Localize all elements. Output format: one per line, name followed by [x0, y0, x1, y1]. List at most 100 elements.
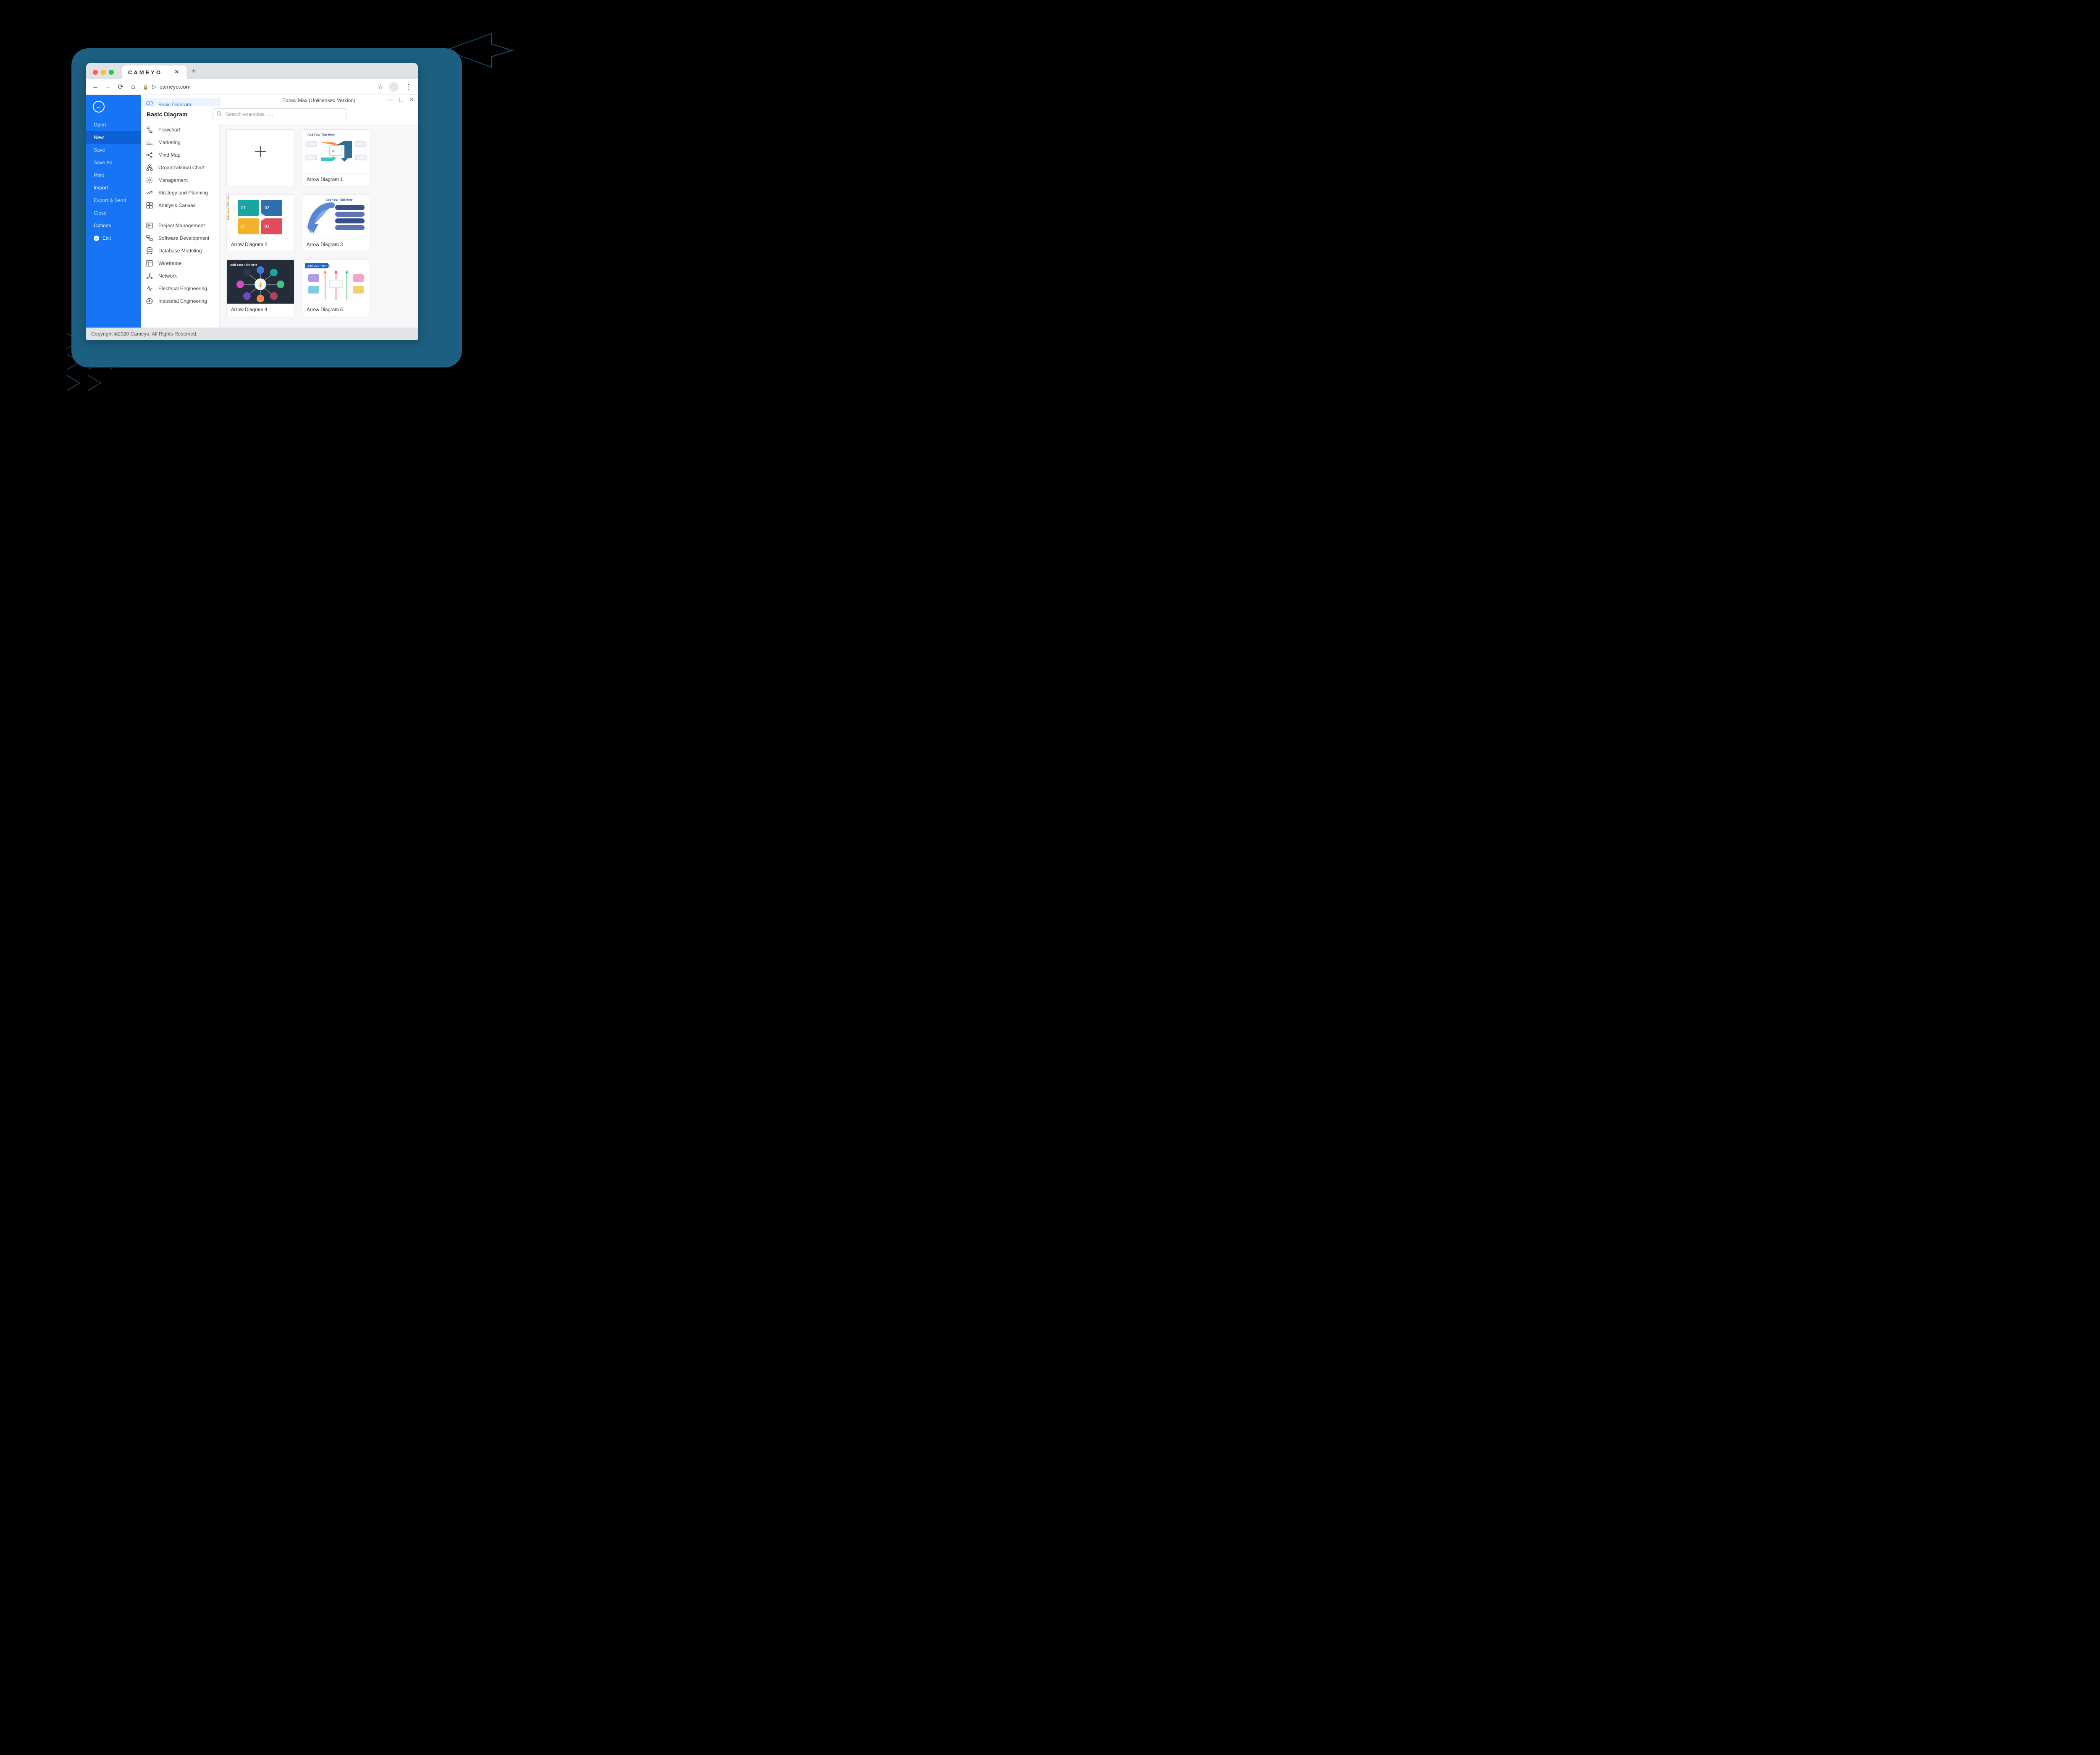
search-icon: [216, 111, 222, 118]
sidebar-item-options[interactable]: Options: [86, 219, 141, 232]
category-flowchart[interactable]: Flowchart: [141, 123, 219, 136]
template-thumb: Add Your Title Here 💡: [227, 260, 294, 304]
address-bar[interactable]: 🔒 ▷ cameyo.com: [142, 84, 372, 90]
svg-text:Add Your Title Here: Add Your Title Here: [227, 195, 230, 220]
sidebar-item-import[interactable]: Import: [86, 181, 141, 194]
svg-text:💡: 💡: [258, 282, 263, 287]
category-software-development[interactable]: Software Development: [141, 232, 219, 244]
footer-bar: Copyright ©2020 Cameyo. All Rights Reser…: [86, 328, 418, 340]
category-database-modeling[interactable]: Database Modeling: [141, 244, 219, 257]
app-maximize-icon[interactable]: ▢: [399, 97, 404, 102]
category-network[interactable]: Network: [141, 270, 219, 282]
main-panel: Edraw Max (Unlicensed Version) — ▢ ✕ Bas…: [220, 95, 418, 328]
category-column[interactable]: Basic DiagramBusinessFlowchartMarketingM…: [141, 95, 220, 328]
template-arrow-diagram-1[interactable]: Add Your Title Here ✉ Arrow Diagram 1: [302, 129, 370, 186]
svg-text:02: 02: [265, 206, 270, 210]
template-arrow-diagram-5[interactable]: Add Your Title Here Arrow Diagram 5: [302, 260, 370, 316]
template-caption: Arrow Diagram 4: [227, 304, 294, 316]
category-project-management[interactable]: Project Management: [141, 219, 219, 232]
category-management[interactable]: Management: [141, 174, 219, 186]
flow-icon: [146, 126, 153, 134]
url-text: cameyo.com: [160, 84, 191, 90]
url-play-prefix: ▷: [152, 84, 156, 90]
browser-tab-label: CAMEYO: [128, 69, 162, 76]
maximize-window-icon[interactable]: [109, 70, 114, 75]
template-thumb: Add Your Title Here: [302, 195, 370, 239]
file-menu-sidebar: ← OpenNewSaveSave AsPrintImportExport & …: [86, 95, 141, 328]
back-circle-button[interactable]: ←: [93, 101, 105, 113]
template-arrow-diagram-4[interactable]: Add Your Title Here 💡 Arrow Diagram 4: [226, 260, 294, 316]
template-caption: Arrow Diagram 1: [302, 173, 370, 186]
browser-window: CAMEYO × + ← → ⟳ ⌂ 🔒 ▷ cameyo.com ☆ ⋮ ← …: [86, 63, 418, 340]
browser-toolbar: ← → ⟳ ⌂ 🔒 ▷ cameyo.com ☆ ⋮: [86, 79, 418, 95]
template-thumb: Add Your Title Here ✉: [302, 130, 370, 173]
sidebar-item-close[interactable]: Close: [86, 207, 141, 219]
sidebar-exit-label: Exit: [102, 235, 111, 241]
sidebar-item-print[interactable]: Print: [86, 169, 141, 181]
template-thumb: Add Your Title Here 01 02 04 03: [227, 195, 294, 239]
sidebar-item-save[interactable]: Save: [86, 144, 141, 156]
gantt-icon: [146, 222, 153, 229]
category-marketing[interactable]: Marketing: [141, 136, 219, 149]
category-analysis-canvas[interactable]: Analysis Canvas: [141, 199, 219, 212]
page-heading: Basic Diagram: [147, 111, 187, 118]
template-thumb: [227, 130, 294, 173]
exit-icon: –: [94, 236, 99, 241]
app-titlebar: Edraw Max (Unlicensed Version) — ▢ ✕: [220, 95, 418, 106]
db-icon: [146, 247, 153, 254]
app-minimize-icon[interactable]: —: [388, 97, 393, 102]
template-arrow-diagram-3[interactable]: Add Your Title Here Arrow Diagram 3: [302, 194, 370, 251]
category-separator: [141, 212, 219, 219]
nav-home-icon[interactable]: ⌂: [130, 83, 136, 91]
browser-menu-icon[interactable]: ⋮: [404, 83, 412, 91]
app-close-icon[interactable]: ✕: [410, 97, 414, 102]
profile-avatar[interactable]: [389, 82, 399, 92]
nav-reload-icon[interactable]: ⟳: [117, 83, 124, 91]
template-caption: Arrow Diagram 2: [227, 239, 294, 251]
new-tab-button[interactable]: +: [186, 67, 201, 79]
svg-text:Add Your Title Here: Add Your Title Here: [307, 134, 335, 136]
svg-text:Add Your Title Here: Add Your Title Here: [307, 265, 333, 268]
barchart-icon: [146, 139, 153, 146]
svg-text:03: 03: [265, 224, 270, 229]
mindmap-icon: [146, 151, 153, 159]
category-mind-map[interactable]: Mind Map: [141, 149, 219, 161]
uml-icon: [146, 234, 153, 242]
close-window-icon[interactable]: [93, 70, 98, 75]
sidebar-item-new[interactable]: New: [86, 131, 141, 144]
bookmark-star-icon[interactable]: ☆: [378, 83, 383, 91]
org-icon: [146, 164, 153, 171]
template-arrow-diagram-2[interactable]: Add Your Title Here 01 02 04 03 Arrow Di…: [226, 194, 294, 251]
sidebar-item-save-as[interactable]: Save As: [86, 156, 141, 169]
svg-text:Add Your Title Here: Add Your Title Here: [230, 264, 257, 267]
template-grid-scroll[interactable]: Add Your Title Here ✉ Arrow Diagram 1 Ad…: [220, 124, 418, 328]
search-placeholder: Search examples . . .: [226, 111, 273, 117]
nav-forward-icon[interactable]: →: [105, 83, 111, 91]
svg-text:✉: ✉: [332, 149, 335, 153]
browser-tab-active[interactable]: CAMEYO ×: [122, 66, 186, 79]
tab-close-icon[interactable]: ×: [175, 68, 181, 76]
template-caption: Arrow Diagram 5: [302, 304, 370, 316]
gears-icon: [146, 176, 153, 184]
minimize-window-icon[interactable]: [101, 70, 106, 75]
ind-icon: [146, 297, 153, 305]
category-organizational-chart[interactable]: Organizational Chart: [141, 161, 219, 174]
category-electrical-engineering[interactable]: Electrical Engineering: [141, 282, 219, 295]
trend-icon: [146, 189, 153, 197]
sidebar-item-open[interactable]: Open: [86, 118, 141, 131]
windows-icon: [146, 202, 153, 209]
category-strategy-and-planning[interactable]: Strategy and Planning: [141, 186, 219, 199]
template-thumb: Add Your Title Here: [302, 260, 370, 304]
category-industrial-engineering[interactable]: Industrial Engineering: [141, 295, 219, 307]
category-wireframe[interactable]: Wireframe: [141, 257, 219, 270]
browser-tab-strip: CAMEYO × +: [86, 63, 418, 79]
elec-icon: [146, 285, 153, 292]
template-blank[interactable]: [226, 129, 294, 186]
sidebar-item-exit[interactable]: – Exit: [86, 232, 141, 244]
sidebar-item-export-send[interactable]: Export & Send: [86, 194, 141, 207]
nav-back-icon[interactable]: ←: [92, 83, 99, 91]
search-examples-input[interactable]: Search examples . . .: [213, 108, 347, 120]
svg-text:01: 01: [241, 206, 246, 210]
net-icon: [146, 272, 153, 280]
svg-text:Add Your Title Here: Add Your Title Here: [326, 199, 353, 202]
